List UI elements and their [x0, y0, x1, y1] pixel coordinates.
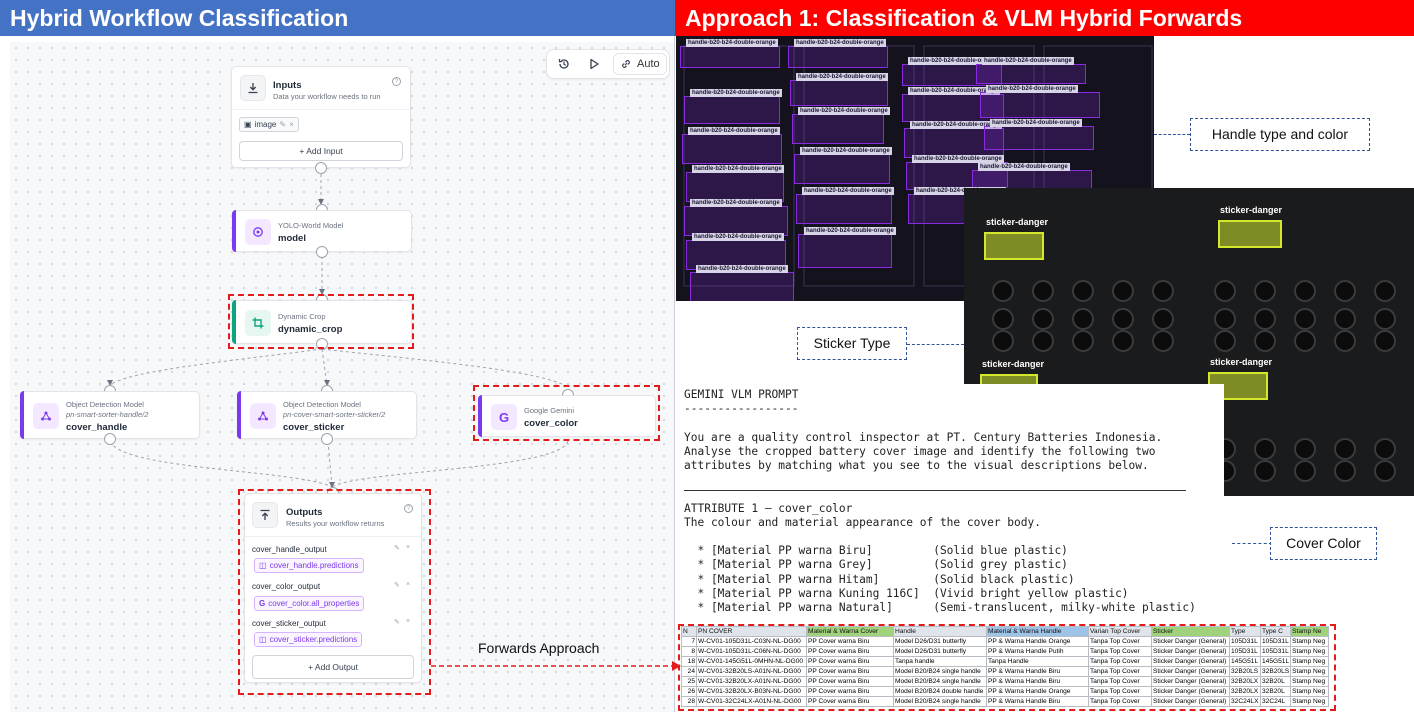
forwards-arrowhead [672, 661, 681, 671]
forwards-arrow [431, 661, 681, 671]
